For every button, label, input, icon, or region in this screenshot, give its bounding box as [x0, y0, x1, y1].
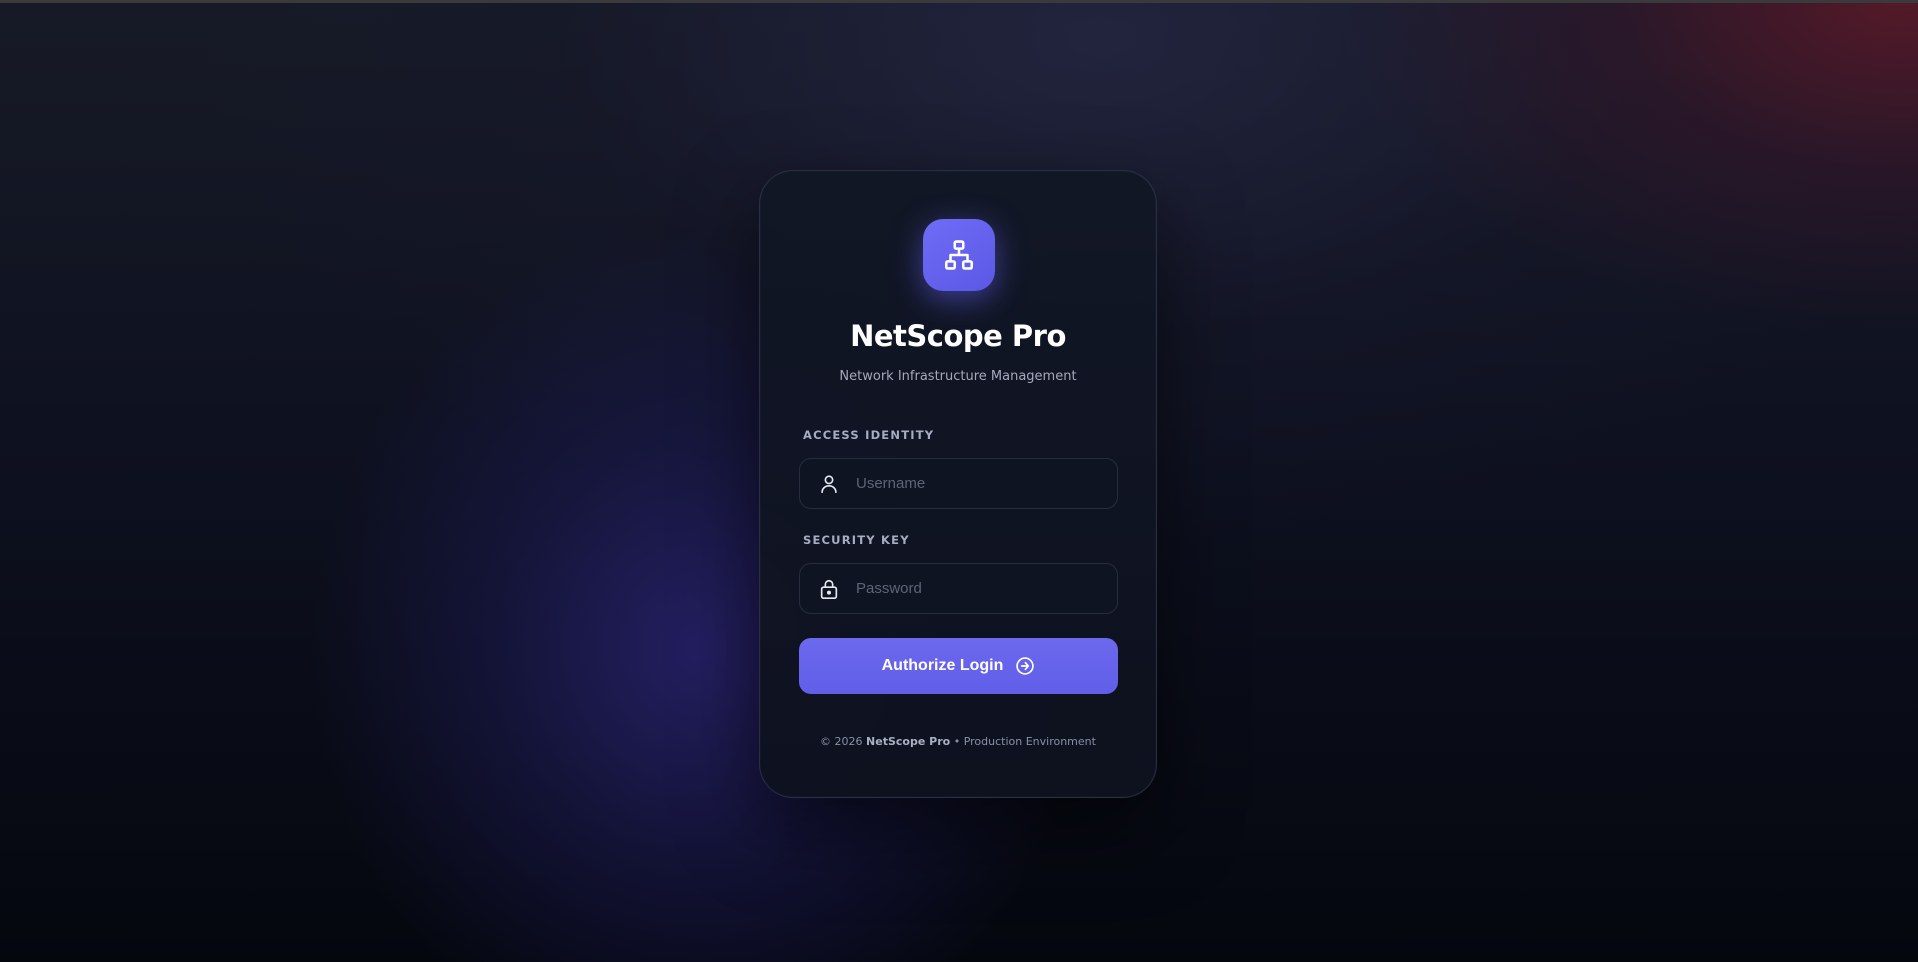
footer-environment: Production Environment [963, 735, 1096, 748]
arrow-right-circle-icon [1015, 656, 1035, 676]
footer-copyright: © 2026 [820, 735, 863, 748]
footer-brand: NetScope Pro [866, 735, 951, 748]
authorize-login-button[interactable]: Authorize Login [799, 638, 1118, 694]
network-hierarchy-icon [944, 240, 974, 270]
footer-separator: • [953, 735, 961, 748]
authorize-login-label: Authorize Login [881, 657, 1004, 674]
password-field[interactable] [799, 563, 1118, 614]
password-input[interactable] [854, 579, 1098, 598]
app-subtitle: Network Infrastructure Management [839, 369, 1077, 384]
lock-icon [818, 578, 840, 600]
user-icon [818, 473, 840, 495]
app-title: NetScope Pro [850, 319, 1066, 353]
login-card: NetScope Pro Network Infrastructure Mana… [759, 170, 1157, 798]
username-input[interactable] [854, 474, 1098, 493]
password-label: SECURITY KEY [803, 533, 910, 547]
app-logo [923, 219, 995, 291]
window-top-border [0, 0, 1918, 3]
username-label: ACCESS IDENTITY [803, 428, 935, 442]
footer: © 2026 NetScope Pro • Production Environ… [760, 735, 1156, 748]
username-field[interactable] [799, 458, 1118, 509]
